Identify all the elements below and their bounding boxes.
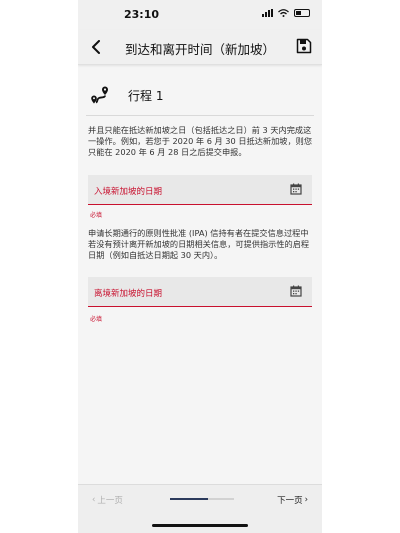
section-divider xyxy=(86,115,314,116)
next-page-button[interactable]: 下一页 › xyxy=(277,494,308,506)
chevron-left-icon xyxy=(92,40,100,54)
back-button[interactable] xyxy=(86,37,106,57)
departure-date-field[interactable]: 离境新加坡的日期 xyxy=(88,277,312,307)
battery-icon xyxy=(294,9,310,17)
next-page-label: 下一页 xyxy=(277,496,303,506)
arrival-date-field[interactable]: 入境新加坡的日期 xyxy=(88,175,312,205)
status-icons xyxy=(262,9,310,17)
status-time: 23:10 xyxy=(124,8,160,21)
nav-bar: 到达和离开时间（新加坡） xyxy=(78,30,322,65)
wifi-icon xyxy=(278,9,289,17)
chevron-left-icon: ‹ xyxy=(92,495,96,505)
page-title: 到达和离开时间（新加坡） xyxy=(124,42,275,57)
departure-date-label: 离境新加坡的日期 xyxy=(94,289,163,299)
home-indicator[interactable] xyxy=(152,524,248,527)
departure-required-text: 必填 xyxy=(90,316,103,323)
floppy-disk-icon xyxy=(296,38,312,54)
calendar-icon[interactable] xyxy=(290,285,302,297)
save-button[interactable] xyxy=(296,38,312,54)
ipa-text: 申请长期通行的原则性批准 (IPA) 信持有者在提交信息过程中若没有预计离开新加… xyxy=(88,228,310,260)
progress-bar xyxy=(170,498,234,500)
trip-label: 行程 1 xyxy=(128,88,164,103)
status-bar: 23:10 xyxy=(78,0,322,30)
phone-screen: 23:10 到达和离开时间（新加坡） 行程 1 并且只能在抵达新加坡之日（包括抵… xyxy=(78,0,322,533)
route-icon xyxy=(91,86,108,104)
trip-header: 行程 1 xyxy=(88,83,163,107)
cellular-signal-icon xyxy=(262,9,273,17)
chevron-right-icon: › xyxy=(304,495,308,505)
arrival-date-label: 入境新加坡的日期 xyxy=(94,187,163,197)
intro-text: 并且只能在抵达新加坡之日（包括抵达之日）前 3 天内完成这一操作。例如，若您于 … xyxy=(88,125,313,157)
previous-page-label: 上一页 xyxy=(97,496,123,506)
calendar-icon[interactable] xyxy=(290,183,302,195)
arrival-required-text: 必填 xyxy=(90,212,103,219)
progress-fill xyxy=(170,498,209,500)
previous-page-button[interactable]: ‹ 上一页 xyxy=(92,494,123,506)
